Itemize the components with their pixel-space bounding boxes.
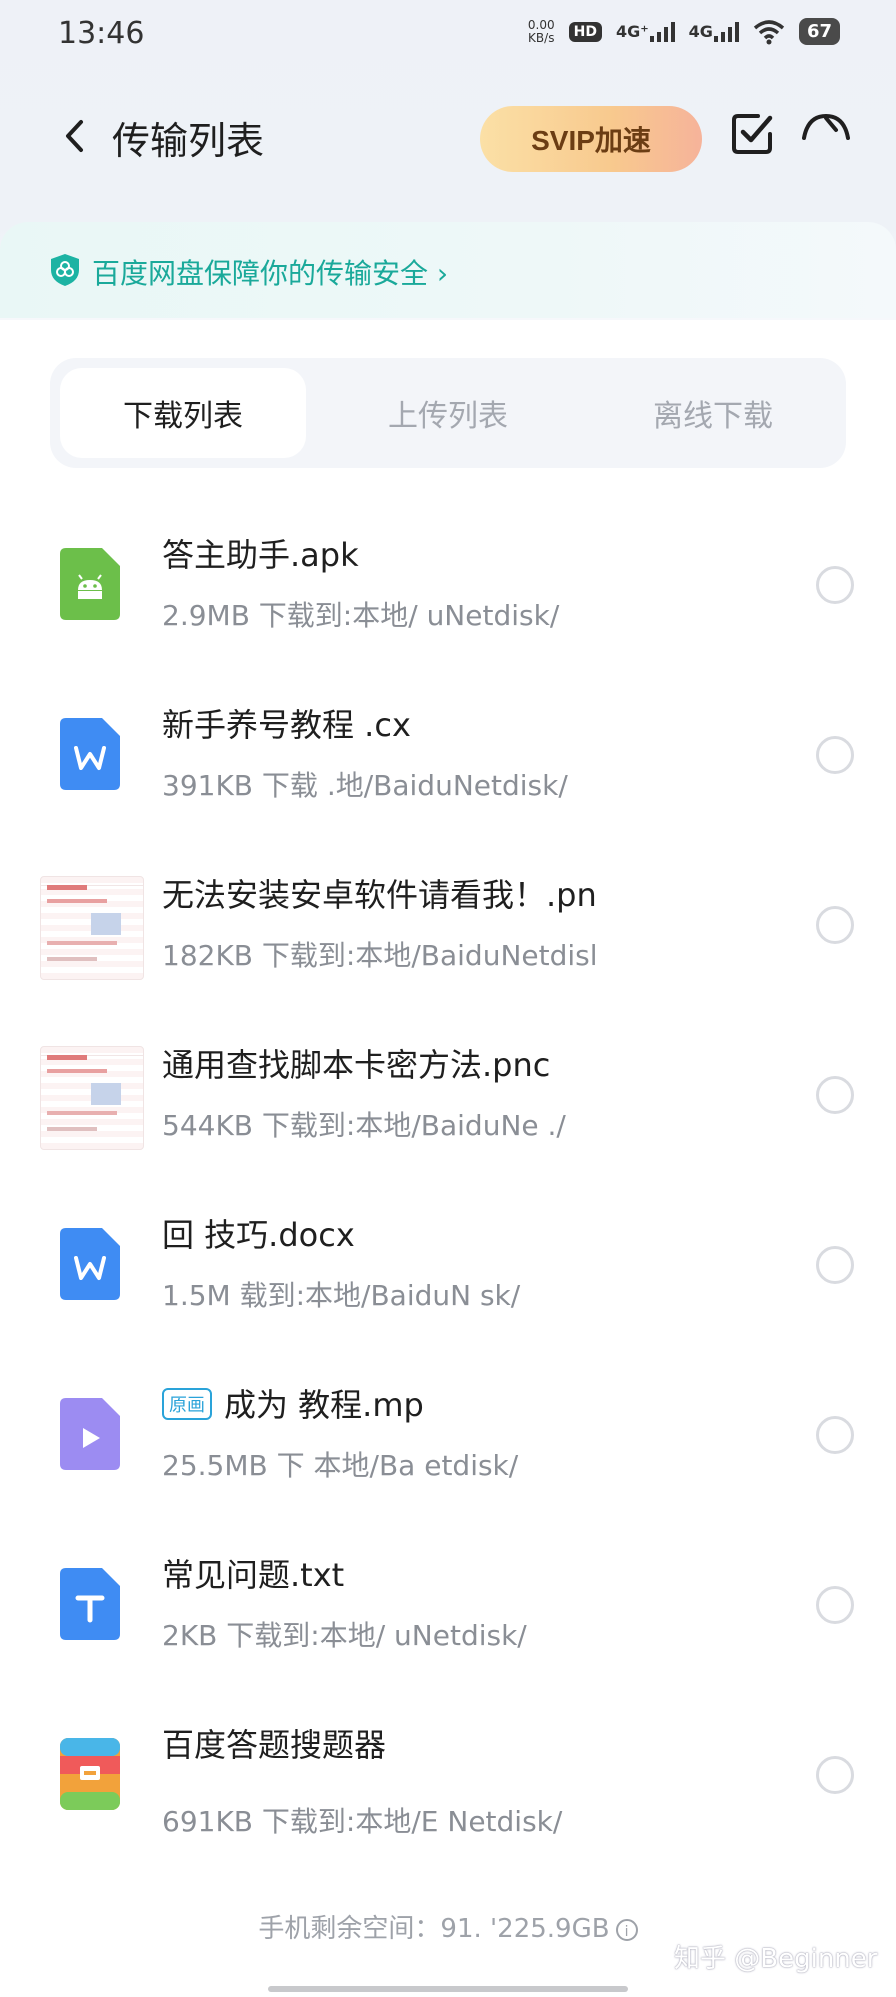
select-radio[interactable] [816, 1586, 854, 1624]
file-meta: 2.9MB 下载到:本地/ uNetdisk/ [162, 599, 560, 632]
file-meta: 2KB 下载到:本地/ uNetdisk/ [162, 1619, 527, 1652]
file-name: 无法安装安卓软件请看我！.pn [162, 876, 597, 914]
list-item[interactable]: 新手养号教程 .cx 391KB 下载 .地/BaiduNetdisk/ [0, 670, 896, 840]
back-icon[interactable] [54, 116, 94, 156]
signal-4g-icon: 4G [689, 21, 739, 43]
file-meta: 391KB 下载 .地/BaiduNetdisk/ [162, 769, 568, 802]
file-meta: 25.5MB 下 本地/Ba etdisk/ [162, 1449, 519, 1482]
watermark: 知乎 @Beginner [674, 1944, 878, 1974]
original-quality-badge: 原画 [162, 1388, 212, 1420]
select-radio[interactable] [816, 1756, 854, 1794]
list-item[interactable]: 无法安装安卓软件请看我！.pn 182KB 下载到:本地/BaiduNetdis… [0, 840, 896, 1010]
list-item[interactable]: 回 技巧.docx 1.5M 载到:本地/BaiduN sk/ [0, 1180, 896, 1350]
wifi-icon [753, 19, 785, 44]
select-radio[interactable] [816, 1246, 854, 1284]
signal-4g-plus-icon: 4G⁺ [616, 21, 675, 43]
page-title: 传输列表 [112, 119, 265, 163]
word-doc-icon [60, 718, 120, 790]
speed-dashboard-icon[interactable] [798, 108, 852, 156]
status-bar: 13:46 0.00 KB/s HD 4G⁺ 4G 67 [0, 0, 896, 72]
security-banner[interactable]: 百度网盘保障你的传输安全 › [0, 222, 896, 318]
signal-bars-icon [649, 21, 675, 42]
list-item[interactable]: 常见问题.txt 2KB 下载到:本地/ uNetdisk/ [0, 1520, 896, 1690]
file-name: 答主助手.apk [162, 536, 359, 574]
app-header: 传输列表 SVIP加速 [0, 96, 896, 186]
file-meta: 691KB 下载到:本地/E Netdisk/ [162, 1805, 563, 1838]
file-name: 常见问题.txt [162, 1556, 345, 1594]
image-thumbnail [40, 1046, 144, 1150]
multi-select-icon[interactable] [728, 110, 776, 158]
signal-bars-icon-2 [713, 21, 739, 42]
file-meta: 182KB 下载到:本地/BaiduNetdisl [162, 939, 598, 972]
file-meta: 1.5M 载到:本地/BaiduN sk/ [162, 1279, 521, 1312]
tab-offline-download[interactable]: 离线下载 [590, 368, 836, 458]
select-radio[interactable] [816, 566, 854, 604]
info-icon[interactable]: i [615, 1918, 638, 1941]
hd-call-icon: HD [568, 21, 602, 42]
select-radio[interactable] [816, 1416, 854, 1454]
android-apk-icon [60, 548, 120, 620]
image-thumbnail [40, 876, 144, 980]
archive-file-icon [60, 1738, 120, 1810]
word-doc-icon [60, 1228, 120, 1300]
video-file-icon [60, 1398, 120, 1470]
file-name: 回 技巧.docx [162, 1216, 355, 1254]
list-item[interactable]: 答主助手.apk 2.9MB 下载到:本地/ uNetdisk/ [0, 500, 896, 670]
svip-speedup-button[interactable]: SVIP加速 [480, 106, 702, 172]
battery-icon: 67 [798, 18, 840, 45]
tab-download-list[interactable]: 下载列表 [60, 368, 306, 458]
text-file-icon [60, 1568, 120, 1640]
tab-upload-list[interactable]: 上传列表 [325, 368, 571, 458]
file-name: 原画 成为 教程.mp [162, 1380, 424, 1426]
status-time: 13:46 [58, 16, 145, 51]
shield-icon [51, 254, 79, 286]
home-indicator[interactable] [268, 1986, 628, 1992]
list-item[interactable]: 原画 成为 教程.mp 25.5MB 下 本地/Ba etdisk/ [0, 1350, 896, 1520]
status-icons: 0.00 KB/s HD 4G⁺ 4G 67 [528, 18, 840, 45]
select-radio[interactable] [816, 906, 854, 944]
net-speed-indicator: 0.00 KB/s [527, 17, 555, 45]
list-item[interactable]: 通用查找脚本卡密方法.pnc 544KB 下载到:本地/BaiduNe ./ [0, 1010, 896, 1180]
file-name: 通用查找脚本卡密方法.pnc [162, 1046, 551, 1084]
file-meta: 544KB 下载到:本地/BaiduNe ./ [162, 1109, 566, 1142]
file-name: 新手养号教程 .cx [162, 706, 411, 744]
select-radio[interactable] [816, 736, 854, 774]
list-item[interactable]: 百度答题搜题器 691KB 下载到:本地/E Netdisk/ [0, 1690, 896, 1860]
security-banner-text: 百度网盘保障你的传输安全 › [92, 257, 449, 290]
transfer-tabs: 下载列表 上传列表 离线下载 [50, 358, 846, 468]
file-name: 百度答题搜题器 [162, 1726, 387, 1764]
select-radio[interactable] [816, 1076, 854, 1114]
